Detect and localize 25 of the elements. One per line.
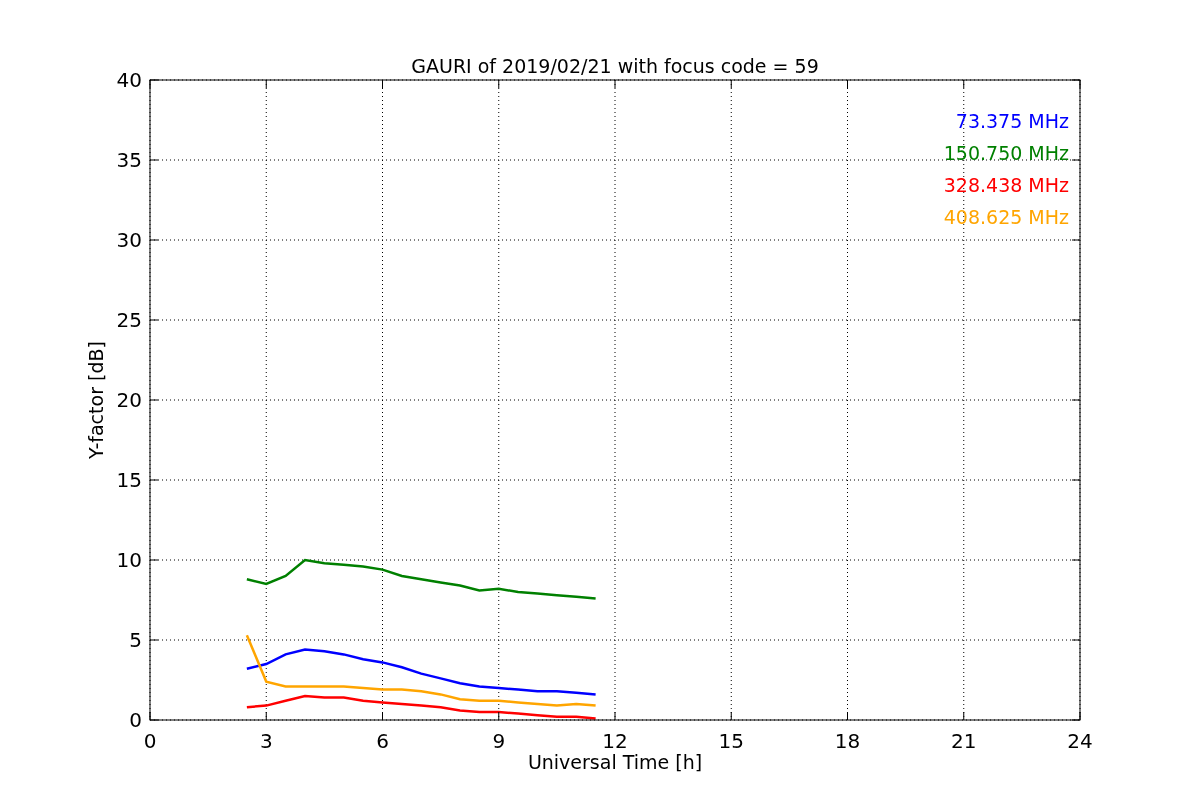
y-tick-label: 20	[116, 388, 142, 412]
y-tick-label: 5	[129, 628, 142, 652]
legend-label: 408.625 MHz	[943, 206, 1069, 228]
x-tick-label: 9	[492, 729, 506, 753]
x-tick-label: 0	[143, 729, 157, 753]
x-tick-label: 15	[718, 729, 744, 753]
y-axis-label: Y-factor [dB]	[85, 341, 107, 459]
x-tick-label: 24	[1067, 729, 1093, 753]
x-tick-label: 21	[951, 729, 977, 753]
x-axis-label: Universal Time [h]	[527, 751, 703, 773]
y-tick-label: 25	[116, 308, 142, 332]
x-tick-label: 18	[834, 729, 861, 753]
x-tick-label: 6	[376, 729, 389, 753]
y-tick-label: 40	[116, 68, 142, 92]
chart-title: GAURI of 2019/02/21 with focus code = 59	[411, 55, 819, 77]
legend-label: 73.375 MHz	[955, 110, 1069, 132]
y-tick-label: 15	[116, 468, 142, 492]
legend-label: 328.438 MHz	[943, 174, 1069, 196]
x-tick-label: 12	[602, 729, 628, 753]
y-tick-label: 10	[116, 548, 142, 572]
x-tick-label: 3	[259, 729, 273, 753]
legend-label: 150.750 MHz	[943, 142, 1069, 164]
y-tick-label: 30	[116, 228, 142, 252]
y-tick-label: 0	[129, 708, 142, 732]
y-tick-label: 35	[116, 148, 142, 172]
